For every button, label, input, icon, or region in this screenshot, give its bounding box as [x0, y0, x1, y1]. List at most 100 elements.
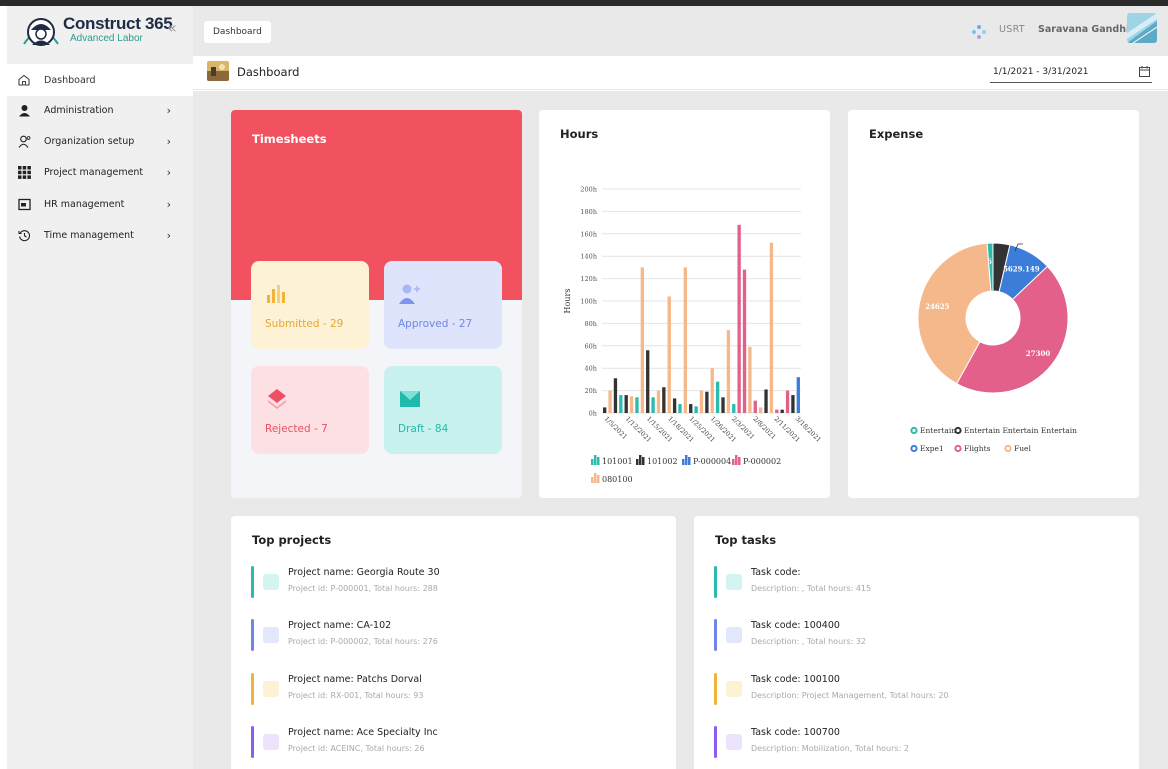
project-title: Project name: Patchs Dorval — [288, 674, 422, 685]
timesheets-card: Timesheets Submitted - 29 Approved - 27 — [231, 110, 522, 498]
accent-bar — [251, 566, 254, 598]
bar-101002 — [721, 397, 725, 413]
bar-101002 — [689, 404, 693, 413]
sparkle-icon[interactable] — [971, 24, 987, 40]
bar-101002 — [764, 389, 768, 413]
legend-item-101002: 101002 — [636, 455, 678, 466]
project-title: Project name: CA-102 — [288, 620, 392, 631]
approved-tile[interactable]: Approved - 27 — [384, 261, 502, 349]
item-swatch — [726, 734, 742, 750]
draft-tile[interactable]: Draft - 84 — [384, 366, 502, 454]
y-tick-label: 40h — [585, 365, 597, 373]
bar-101001 — [678, 404, 682, 413]
bar-101001 — [715, 381, 720, 413]
hours-card: Hours 0h 20h 40h 60h 80h 100h 120h 140h 160h 180h… — [539, 110, 830, 498]
item-swatch — [263, 681, 279, 697]
sidebar-item-administration[interactable]: Administration › — [7, 98, 193, 122]
y-tick-label: 160h — [580, 230, 597, 238]
user-name[interactable]: Saravana Gandhi — [1038, 24, 1129, 35]
sidebar-item-label: Time management — [44, 229, 134, 241]
top-tasks-title: Top tasks — [715, 533, 777, 547]
draft-envelope-icon — [400, 391, 420, 407]
bar-080100 — [640, 267, 644, 413]
item-swatch — [726, 681, 742, 697]
chevron-right-icon: › — [166, 134, 171, 148]
calendar-icon[interactable] — [1139, 66, 1150, 77]
legend-item-080100: 080100 — [591, 473, 633, 484]
bar-080100 — [710, 368, 714, 413]
y-tick-label: 120h — [580, 275, 597, 283]
bar-080100 — [656, 390, 661, 413]
chevron-right-icon: › — [166, 197, 171, 211]
bar-101002 — [613, 378, 618, 413]
y-axis-label: Hours — [563, 289, 572, 314]
project-detail: Project id: ACEINC, Total hours: 26 — [288, 744, 425, 753]
expense-donut-chart: 766.485629.1492730024625Entertain Enterta… — [910, 242, 1077, 453]
legend-label: P-000004 — [693, 457, 731, 466]
y-tick-label: 140h — [580, 253, 597, 261]
dashboard-content: Timesheets Submitted - 29 Approved - 27 — [193, 91, 1168, 769]
accent-bar — [714, 619, 717, 651]
bar-080100 — [748, 346, 752, 413]
bar-101002 — [646, 350, 650, 413]
bar-080100 — [667, 296, 671, 413]
bar-101002 — [624, 395, 628, 413]
grid-icon — [17, 165, 31, 179]
collapse-sidebar-icon[interactable]: « — [167, 18, 177, 37]
legend-label: 101001 — [602, 457, 633, 466]
legend-label: Entertain Entertain Entertain — [964, 426, 1077, 435]
sidebar-item-project-management[interactable]: Project management › — [7, 160, 193, 184]
bar-101002 — [780, 409, 784, 413]
sidebar-item-organization-setup[interactable]: Organization setup › — [7, 129, 193, 153]
org-user-icon — [17, 134, 31, 148]
chevron-right-icon: › — [166, 165, 171, 179]
sidebar-item-label: Dashboard — [44, 74, 96, 86]
history-icon — [17, 228, 31, 242]
avatar[interactable] — [1127, 13, 1157, 43]
date-range-value: 1/1/2021 - 3/31/2021 — [993, 67, 1089, 77]
item-swatch — [726, 627, 742, 643]
timesheets-title: Timesheets — [252, 132, 327, 146]
sidebar-item-label: HR management — [44, 198, 125, 210]
sidebar-item-time-management[interactable]: Time management › — [7, 223, 193, 247]
legend-label: Expe1 — [920, 444, 944, 453]
legend-label: 101002 — [647, 457, 678, 466]
legend-label: P-000002 — [743, 457, 781, 466]
bar-101001 — [635, 397, 639, 413]
bar-101001 — [694, 406, 698, 413]
bar-080100 — [699, 390, 704, 413]
bar-101002 — [662, 387, 666, 413]
item-swatch — [726, 574, 742, 590]
sidebar-item-hr-management[interactable]: HR management › — [7, 192, 193, 216]
task-title: Task code: — [751, 567, 801, 578]
sidebar-item-dashboard[interactable]: Dashboard — [7, 64, 193, 96]
y-tick-label: 20h — [585, 387, 597, 395]
legend-item-fuel: Fuel — [1004, 444, 1031, 453]
bar-101001 — [732, 404, 736, 413]
brand: Construct 365 Advanced Labor « — [7, 6, 193, 56]
bar-101001 — [651, 397, 655, 413]
top-tasks-card: Top tasks Task code: Description: , Tota… — [694, 516, 1139, 769]
bar-101002 — [672, 398, 677, 413]
rejected-tile[interactable]: Rejected - 7 — [251, 366, 369, 454]
admin-user-icon — [17, 103, 31, 117]
item-swatch — [263, 574, 279, 590]
bar-P-000002 — [775, 409, 779, 413]
y-tick-label: 200h — [580, 186, 597, 194]
date-range-picker[interactable]: 1/1/2021 - 3/31/2021 — [990, 61, 1152, 83]
legend-label: Entertain — [920, 426, 956, 435]
accent-bar — [714, 566, 717, 598]
diamond-icon — [268, 389, 286, 409]
y-tick-label: 0h — [589, 410, 597, 418]
task-detail: Description: , Total hours: 415 — [751, 584, 872, 593]
legend-item-101001: 101001 — [591, 455, 633, 466]
brand-title: Construct 365 — [63, 14, 173, 33]
bar-P-000002 — [785, 390, 790, 413]
y-tick-label: 100h — [580, 298, 597, 306]
item-swatch — [263, 627, 279, 643]
bar-101002 — [705, 391, 709, 413]
breadcrumb-dashboard-button[interactable]: Dashboard — [204, 21, 271, 43]
home-icon — [18, 74, 30, 86]
submitted-tile[interactable]: Submitted - 29 — [251, 261, 369, 349]
task-detail: Description: , Total hours: 32 — [751, 637, 867, 646]
